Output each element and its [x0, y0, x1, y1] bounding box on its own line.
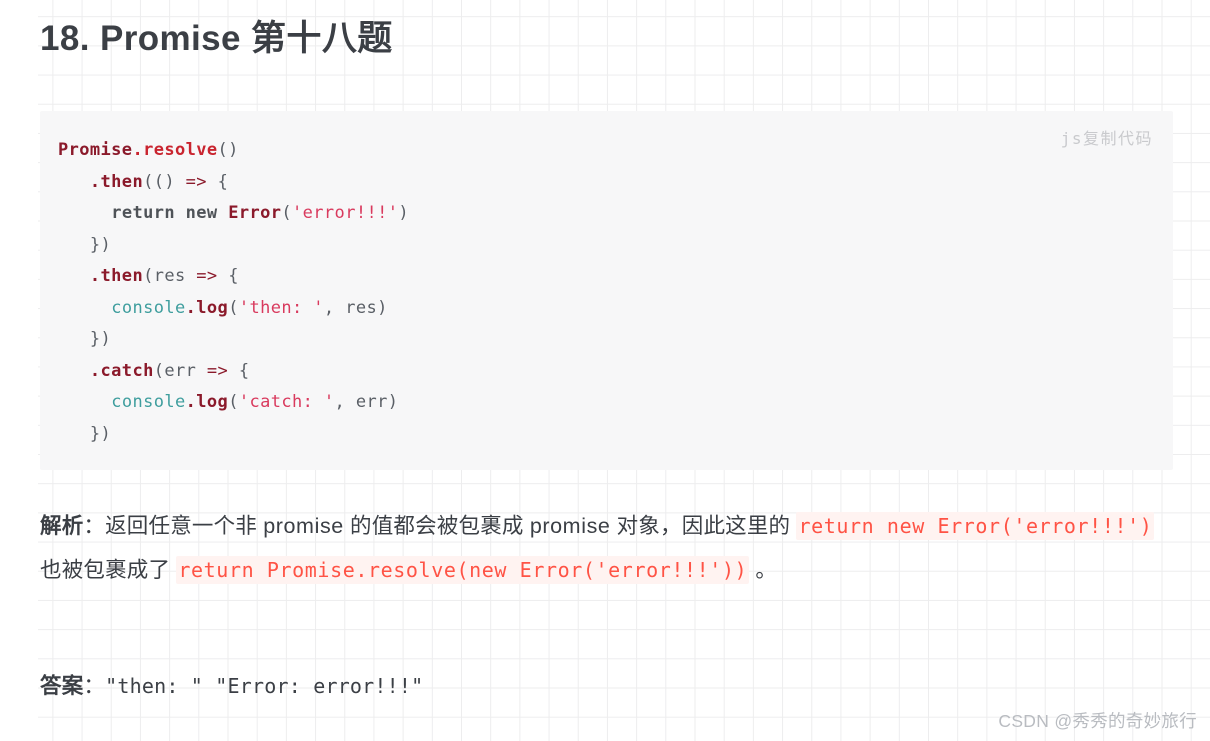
answer-paragraph: 答案："then: " "Error: error!!!"	[40, 665, 1180, 709]
analysis-text-4: 也被包裹成了	[40, 557, 177, 582]
code-content: Promise.resolve() .then(() => { return n…	[58, 140, 410, 444]
answer-label: 答案	[40, 674, 84, 698]
analysis-colon: ：	[83, 514, 106, 538]
article-page: 18. Promise 第十八题 js复制代码 Promise.resolve(…	[0, 0, 1210, 741]
analysis-paragraph: 解析：返回任意一个非 promise 的值都会被包裹成 promise 对象，因…	[40, 505, 1180, 592]
page-title: 18. Promise 第十八题	[40, 19, 393, 58]
analysis-text-2: 的值都会被包裹成	[343, 514, 530, 538]
analysis-inline-code-1: return new Error('error!!!')	[796, 512, 1155, 540]
analysis-text-3: 对象，因此这里的	[610, 514, 797, 538]
answer-value: "then: " "Error: error!!!"	[105, 674, 424, 698]
analysis-word-promise-1: promise	[263, 514, 344, 538]
analysis-word-promise-2: promise	[529, 514, 611, 538]
analysis-label: 解析	[40, 514, 84, 538]
code-block: js复制代码 Promise.resolve() .then(() => { r…	[40, 111, 1173, 470]
csdn-watermark: CSDN @秀秀的奇妙旅行	[998, 711, 1197, 731]
analysis-inline-code-2: return Promise.resolve(new Error('error!…	[176, 555, 750, 584]
analysis-text-1: 返回任意一个非	[105, 514, 264, 538]
answer-colon: ：	[83, 674, 106, 698]
copy-code-label[interactable]: js复制代码	[1061, 125, 1153, 149]
analysis-text-5: 。	[749, 557, 778, 582]
